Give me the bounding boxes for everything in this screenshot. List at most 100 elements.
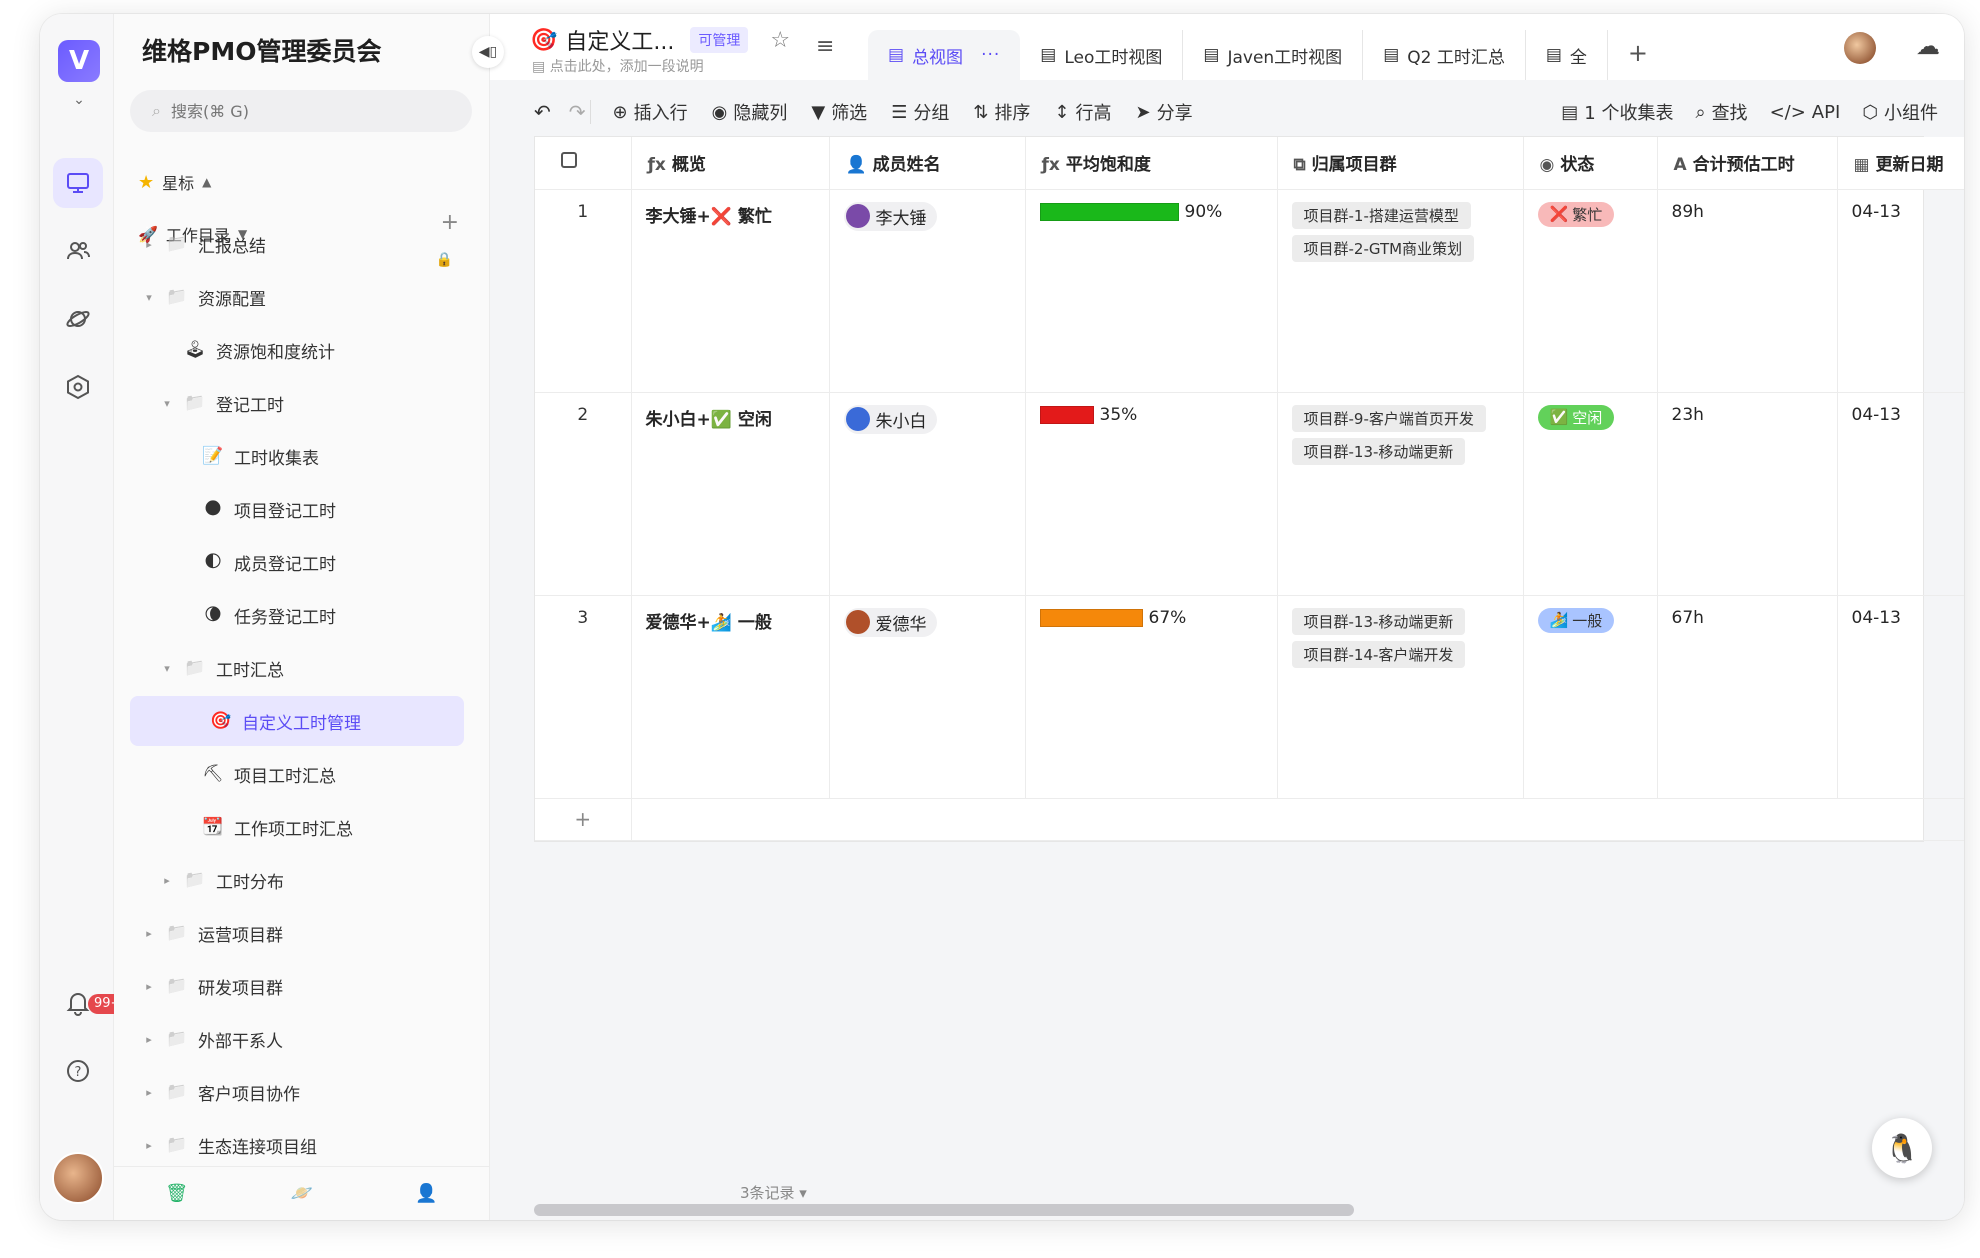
date-cell[interactable]: 04-13 xyxy=(1837,392,1964,596)
workbench-icon[interactable] xyxy=(53,158,103,208)
hide-column-button[interactable]: ◉ 隐藏列 xyxy=(712,99,788,125)
date-cell[interactable]: 04-13 xyxy=(1837,595,1964,799)
workspace-title[interactable]: 维格PMO管理委员会 xyxy=(142,32,381,68)
table-row[interactable]: 1 李大锤+❌ 繁忙 李大锤 90% 项目群-1-搭建运营模型 项目群-2-GTM商业策划… xyxy=(535,189,1964,393)
projects-cell[interactable]: 项目群-9-客户端首页开发 项目群-13-移动端更新 xyxy=(1277,392,1524,596)
tree-item[interactable]: ▸ 📁 工时分布 xyxy=(160,855,284,905)
tree-item[interactable]: 📝 工时收集表 xyxy=(178,431,319,481)
row-number-cell[interactable]: 2 xyxy=(535,392,632,596)
collaborator-avatar[interactable] xyxy=(1844,32,1876,64)
tree-item[interactable]: 🌑 项目登记工时 xyxy=(178,484,336,534)
caret-right-icon[interactable]: ▸ xyxy=(142,1086,156,1099)
datasheet-description[interactable]: ▤ 点击此处，添加一段说明 xyxy=(532,56,704,76)
tree-item[interactable]: ▾ 📁 登记工时 xyxy=(160,378,284,428)
project-tag[interactable]: 项目群-9-客户端首页开发 xyxy=(1291,404,1486,432)
assistant-bot-icon[interactable]: 🐧 xyxy=(1872,1118,1932,1178)
tree-item[interactable]: ▸ 📁 汇报总结 xyxy=(142,219,266,269)
column-header-date[interactable]: ▦ 更新日期 xyxy=(1837,137,1964,190)
hours-cell[interactable]: 89h xyxy=(1657,189,1838,393)
add-view-icon[interactable]: + xyxy=(1628,39,1648,67)
project-tag[interactable]: 项目群-14-客户端开发 xyxy=(1291,640,1466,668)
view-list-menu-icon[interactable]: ≡ xyxy=(816,34,834,59)
tree-item[interactable]: ▾ 📁 资源配置 xyxy=(142,272,266,322)
projects-cell[interactable]: 项目群-1-搭建运营模型 项目群-2-GTM商业策划 xyxy=(1277,189,1524,393)
overview-cell[interactable]: 朱小白+✅ 空闲 xyxy=(631,392,830,596)
add-row-blank[interactable] xyxy=(631,798,1964,841)
help-icon[interactable]: ? xyxy=(53,1046,103,1096)
planet-icon[interactable] xyxy=(53,294,103,344)
caret-down-icon[interactable]: ▾ xyxy=(160,662,174,675)
saturation-cell[interactable]: 90% xyxy=(1025,189,1278,393)
row-number-cell[interactable]: 1 xyxy=(535,189,632,393)
add-node-button[interactable]: + xyxy=(441,210,459,235)
horizontal-scrollbar[interactable] xyxy=(534,1204,1354,1216)
row-height-button[interactable]: ↕ 行高 xyxy=(1054,99,1111,125)
view-tab[interactable]: ▤ 总视图 ··· xyxy=(868,30,1021,80)
saturation-cell[interactable]: 35% xyxy=(1025,392,1278,596)
tree-item[interactable]: ▸ 📁 客户项目协作 xyxy=(142,1067,300,1117)
tree-item[interactable]: 🕹 资源饱和度统计 xyxy=(160,325,335,375)
undo-icon[interactable]: ↶ xyxy=(534,100,551,124)
date-cell[interactable]: 04-13 xyxy=(1837,189,1964,393)
status-badge[interactable]: ✅ 空闲 xyxy=(1537,404,1615,430)
hours-cell[interactable]: 23h xyxy=(1657,392,1838,596)
collapse-sidebar-icon[interactable]: ◀▯ xyxy=(472,36,504,68)
tree-item[interactable]: ▸ 📁 外部干系人 xyxy=(142,1014,283,1064)
column-header-projects[interactable]: ⧉ 归属项目群 xyxy=(1277,137,1524,190)
api-button[interactable]: </> API xyxy=(1770,102,1841,123)
star-outline-icon[interactable]: ☆ xyxy=(770,28,790,53)
caret-down-icon[interactable]: ▾ xyxy=(142,291,156,304)
tree-item[interactable]: 🎯 自定义工时管理 xyxy=(130,696,464,746)
member-chip[interactable]: 爱德华 xyxy=(843,607,937,637)
forms-button[interactable]: ▤ 1 个收集表 xyxy=(1561,99,1673,125)
column-header-status[interactable]: ◉ 状态 xyxy=(1523,137,1658,190)
group-button[interactable]: ☰ 分组 xyxy=(891,99,949,125)
view-tab[interactable]: ▤ 全 xyxy=(1526,30,1608,80)
select-all-cell[interactable] xyxy=(535,137,632,190)
share-button[interactable]: ➤ 分享 xyxy=(1136,99,1193,125)
view-tab[interactable]: ▤ Leo工时视图 xyxy=(1020,30,1184,80)
status-cell[interactable]: ❌ 繁忙 xyxy=(1523,189,1658,393)
table-row[interactable]: 2 朱小白+✅ 空闲 朱小白 35% 项目群-9-客户端首页开发 项目群-13-移动端更新… xyxy=(535,392,1964,596)
column-header-member[interactable]: 👤 成员姓名 xyxy=(829,137,1026,190)
sort-button[interactable]: ⇅ 排序 xyxy=(973,99,1030,125)
select-all-checkbox[interactable] xyxy=(561,152,577,169)
tree-item[interactable]: ▸ 📁 研发项目群 xyxy=(142,961,283,1011)
trash-icon[interactable]: 🗑 xyxy=(165,1183,188,1204)
record-count[interactable]: 3条记录 ▾ xyxy=(740,1182,807,1203)
add-row-button[interactable]: + xyxy=(535,798,632,841)
overview-cell[interactable]: 爱德华+🏄 一般 xyxy=(631,595,830,799)
view-tab[interactable]: ▤ Javen工时视图 xyxy=(1183,30,1364,80)
member-cell[interactable]: 李大锤 xyxy=(829,189,1026,393)
redo-icon[interactable]: ↷ xyxy=(569,100,586,124)
chevron-down-icon[interactable]: ⌄ xyxy=(70,92,88,110)
column-header-overview[interactable]: ƒx 概览 xyxy=(631,137,830,190)
caret-right-icon[interactable]: ▸ xyxy=(142,927,156,940)
cloud-sync-icon[interactable]: ☁ xyxy=(1916,32,1940,60)
row-number-cell[interactable]: 3 xyxy=(535,595,632,799)
more-icon[interactable]: ··· xyxy=(981,45,1000,65)
invite-member-icon[interactable]: 👤 xyxy=(415,1183,437,1204)
tree-item[interactable]: ▸ 📁 生态连接项目组 xyxy=(142,1120,317,1170)
tree-item[interactable]: 🌓 成员登记工时 xyxy=(178,537,336,587)
overview-cell[interactable]: 李大锤+❌ 繁忙 xyxy=(631,189,830,393)
status-cell[interactable]: 🏄 一般 xyxy=(1523,595,1658,799)
caret-right-icon[interactable]: ▸ xyxy=(142,1139,156,1152)
status-badge[interactable]: 🏄 一般 xyxy=(1537,607,1615,633)
tree-item[interactable]: ▸ 📁 运营项目群 xyxy=(142,908,283,958)
project-tag[interactable]: 项目群-2-GTM商业策划 xyxy=(1291,234,1475,262)
caret-down-icon[interactable]: ▾ xyxy=(160,397,174,410)
hours-cell[interactable]: 67h xyxy=(1657,595,1838,799)
explore-icon[interactable]: 🪐 xyxy=(290,1183,312,1204)
find-button[interactable]: ⌕ 查找 xyxy=(1695,99,1747,125)
insert-row-button[interactable]: ⊕ 插入行 xyxy=(613,99,688,125)
datasheet-title[interactable]: 🎯 自定义工... 可管理 ☆ xyxy=(530,24,790,56)
column-header-saturation[interactable]: ƒx 平均饱和度 xyxy=(1025,137,1278,190)
widget-button[interactable]: ⬡ 小组件 xyxy=(1862,99,1938,125)
tree-item[interactable]: 🌘 任务登记工时 xyxy=(178,590,336,640)
status-cell[interactable]: ✅ 空闲 xyxy=(1523,392,1658,596)
project-tag[interactable]: 项目群-13-移动端更新 xyxy=(1291,607,1466,635)
status-badge[interactable]: ❌ 繁忙 xyxy=(1537,201,1615,227)
projects-cell[interactable]: 项目群-13-移动端更新 项目群-14-客户端开发 xyxy=(1277,595,1524,799)
tree-item[interactable]: 📆 工作项工时汇总 xyxy=(178,802,353,852)
